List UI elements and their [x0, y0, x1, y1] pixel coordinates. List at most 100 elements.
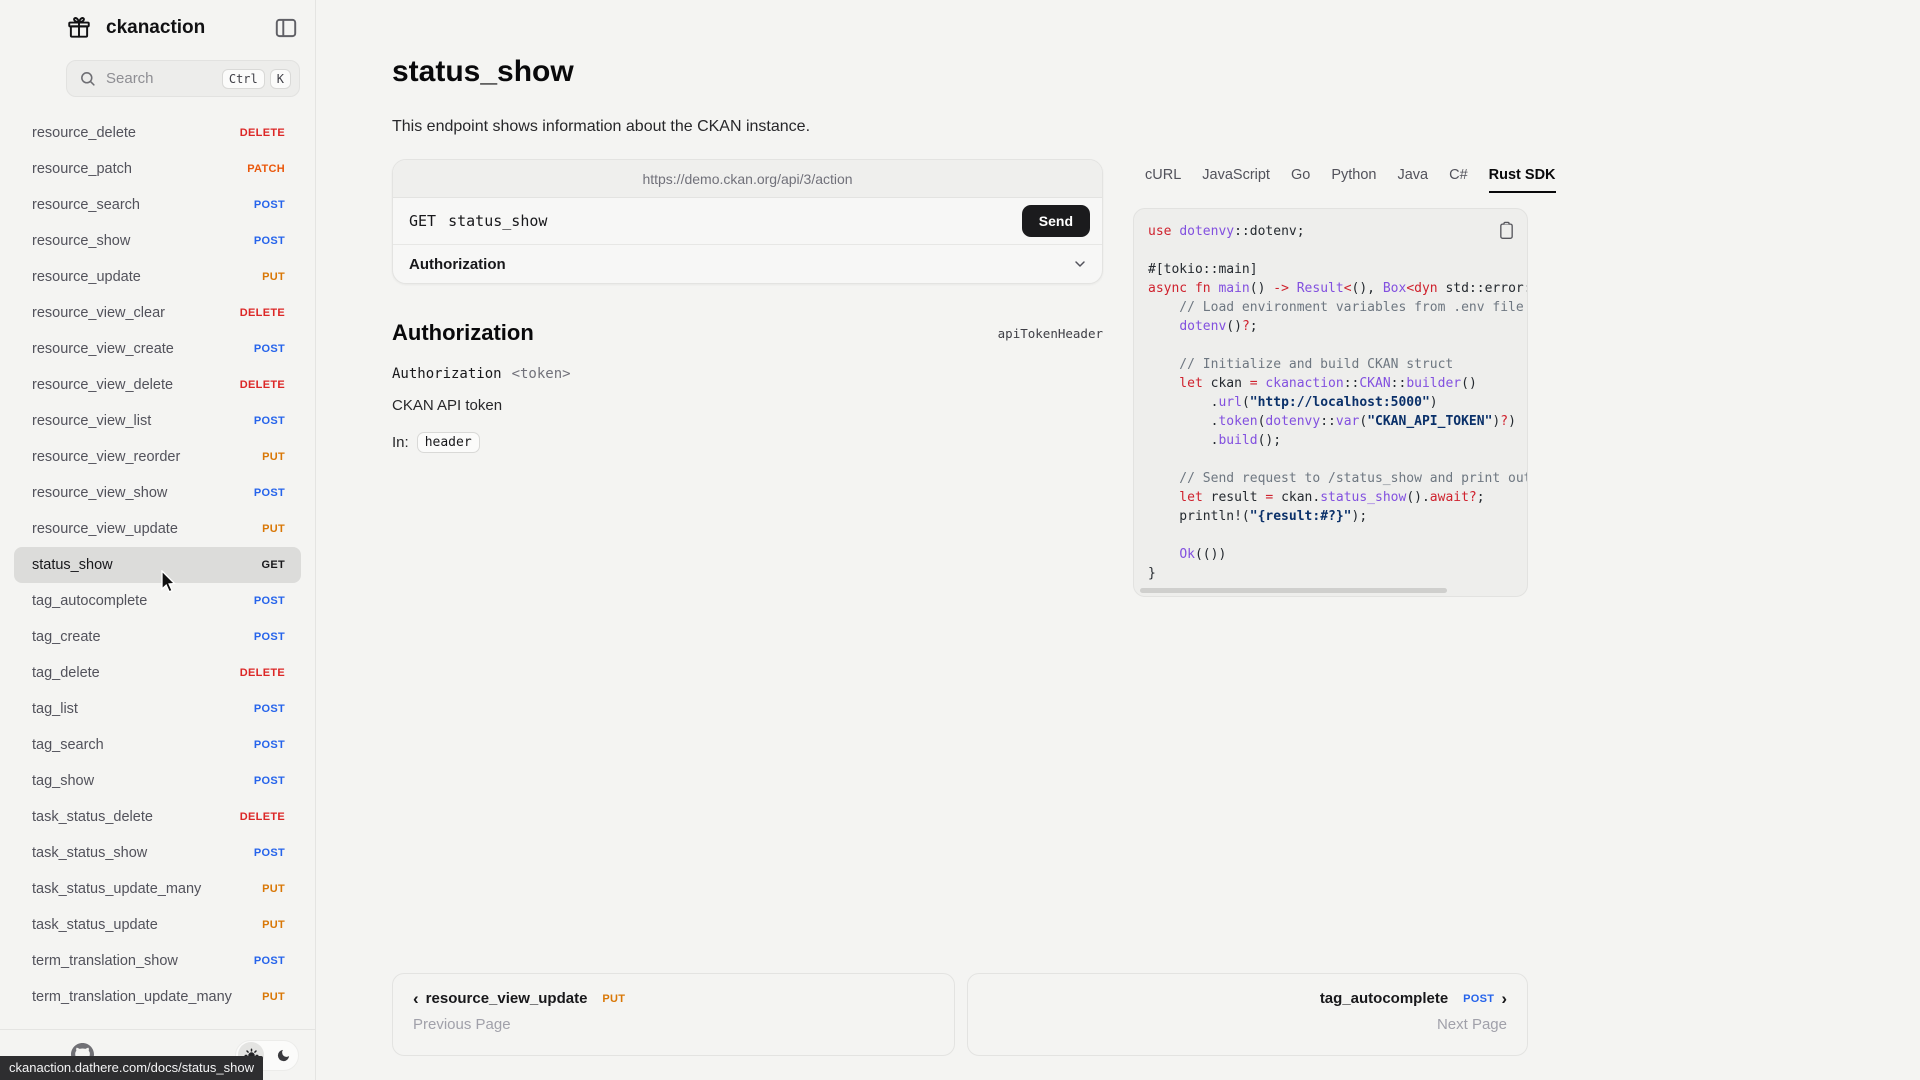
- sidebar-item-task_status_update[interactable]: task_status_updatePUT: [14, 907, 301, 943]
- search-icon: [79, 70, 96, 87]
- sidebar-item-tag_search[interactable]: tag_search POST: [14, 727, 301, 763]
- auth-param-line: Authorization<token>: [392, 366, 571, 382]
- sidebar-item-resource_view_clear[interactable]: resource_view_clear DELETE: [14, 295, 301, 331]
- sidebar-item-resource_view_delete[interactable]: resource_view_deleteDELETE: [14, 367, 301, 403]
- auth-description: CKAN API token: [392, 397, 502, 414]
- sidebar-item-resource_update[interactable]: resource_updatePUT: [14, 259, 301, 295]
- copy-code-icon[interactable]: [1496, 219, 1517, 245]
- sidebar-item-label: resource_view_clear: [32, 305, 232, 322]
- sidebar-item-label: resource_view_list: [32, 413, 246, 430]
- tab-curl[interactable]: cURL: [1145, 165, 1181, 191]
- chevron-left-icon: ‹: [413, 990, 419, 1007]
- base-url: https://demo.ckan.org/api/3/action: [642, 171, 852, 187]
- tab-c-[interactable]: C#: [1449, 165, 1468, 191]
- sidebar-item-resource_view_create[interactable]: resource_view_createPOST: [14, 331, 301, 367]
- sidebar-collapse-button[interactable]: [273, 15, 299, 41]
- sidebar-item-resource_delete[interactable]: resource_delete DELETE: [14, 115, 301, 151]
- sidebar-item-label: tag_delete: [32, 665, 232, 682]
- previous-page-method: PUT: [602, 993, 625, 1005]
- next-page-label: tag_autocomplete: [1320, 990, 1448, 1007]
- auth-param-name: Authorization: [392, 366, 502, 382]
- method-badge: POST: [254, 739, 285, 751]
- method-badge: PUT: [262, 883, 285, 895]
- method-badge: DELETE: [240, 667, 285, 679]
- request-row: GET status_show Send: [393, 198, 1102, 244]
- app-root: ckanaction Search Ctrl K resource_delete…: [0, 0, 1920, 1080]
- sidebar-item-label: term_translation_show: [32, 953, 246, 970]
- method-badge: PATCH: [247, 163, 285, 175]
- kbd-ctrl: Ctrl: [222, 69, 265, 89]
- sidebar-item-resource_view_show[interactable]: resource_view_showPOST: [14, 475, 301, 511]
- chevron-right-icon: ›: [1501, 990, 1507, 1007]
- authorization-accordion[interactable]: Authorization: [393, 244, 1102, 283]
- code-panel: cURLJavaScriptGoPythonJavaC#Rust SDK use…: [1133, 165, 1528, 597]
- sidebar-item-label: tag_show: [32, 773, 246, 790]
- sidebar-item-label: tag_autocomplete: [32, 593, 246, 610]
- sidebar-item-tag_create[interactable]: tag_createPOST: [14, 619, 301, 655]
- main-content: status_show This endpoint shows informat…: [316, 0, 1920, 1080]
- method-badge: POST: [254, 343, 285, 355]
- sidebar-item-resource_show[interactable]: resource_show POST: [14, 223, 301, 259]
- sidebar-item-task_status_delete[interactable]: task_status_deleteDELETE: [14, 799, 301, 835]
- tab-javascript[interactable]: JavaScript: [1202, 165, 1270, 191]
- horizontal-scrollbar[interactable]: [1140, 588, 1447, 593]
- sidebar-item-label: resource_patch: [32, 161, 239, 178]
- code-block: use dotenvy::dotenv; #[tokio::main]async…: [1148, 222, 1513, 583]
- method-badge: DELETE: [240, 379, 285, 391]
- previous-page-label: resource_view_update: [426, 990, 588, 1007]
- endpoint-nav-list: resource_delete DELETE resource_patch PATCH…: [0, 113, 315, 1029]
- sidebar-item-tag_autocomplete[interactable]: tag_autocomplete POST: [14, 583, 301, 619]
- dark-mode-button[interactable]: [270, 1042, 296, 1068]
- previous-page-card[interactable]: ‹ resource_view_update PUT Previous Page: [392, 973, 955, 1056]
- method-badge: POST: [254, 775, 285, 787]
- next-page-method: POST: [1463, 993, 1494, 1005]
- auth-in-value: header: [417, 432, 480, 453]
- sidebar-item-task_status_update_many[interactable]: task_status_update_many PUT: [14, 871, 301, 907]
- search-input[interactable]: Search Ctrl K: [66, 60, 300, 97]
- previous-page-sub: Previous Page: [413, 1016, 934, 1033]
- request-path: status_show: [448, 212, 547, 230]
- sidebar-item-term_translation_update_many[interactable]: term_translation_update_manyPUT: [14, 979, 301, 1015]
- sidebar-item-resource_view_update[interactable]: resource_view_updatePUT: [14, 511, 301, 547]
- method-badge: POST: [254, 199, 285, 211]
- sidebar-item-resource_patch[interactable]: resource_patch PATCH: [14, 151, 301, 187]
- sidebar-item-task_status_show[interactable]: task_status_showPOST: [14, 835, 301, 871]
- sidebar-item-label: tag_create: [32, 629, 246, 646]
- sidebar-item-term_translation_show[interactable]: term_translation_show POST: [14, 943, 301, 979]
- sidebar-item-resource_view_list[interactable]: resource_view_listPOST: [14, 403, 301, 439]
- method-badge: DELETE: [240, 307, 285, 319]
- method-badge: POST: [254, 595, 285, 607]
- sidebar-item-tag_delete[interactable]: tag_delete DELETE: [14, 655, 301, 691]
- method-badge: POST: [254, 955, 285, 967]
- sidebar-item-label: term_translation_update_many: [32, 989, 254, 1006]
- tab-rust-sdk[interactable]: Rust SDK: [1489, 165, 1556, 193]
- sidebar-item-label: resource_view_reorder: [32, 449, 254, 466]
- brand-title: ckanaction: [106, 17, 205, 39]
- chevron-down-icon: [1072, 256, 1088, 272]
- sidebar-item-resource_view_reorder[interactable]: resource_view_reorderPUT: [14, 439, 301, 475]
- status-bar-url: ckanaction.dathere.com/docs/status_show: [0, 1056, 263, 1080]
- api-playground: https://demo.ckan.org/api/3/action GET s…: [392, 159, 1103, 284]
- sidebar-item-tag_show[interactable]: tag_show POST: [14, 763, 301, 799]
- code-card: use dotenvy::dotenv; #[tokio::main]async…: [1133, 208, 1528, 597]
- next-page-card[interactable]: tag_autocomplete POST › Next Page: [967, 973, 1528, 1056]
- brand-row: ckanaction: [0, 0, 315, 56]
- sidebar-item-status_show[interactable]: status_showGET: [14, 547, 301, 583]
- sidebar-item-label: resource_delete: [32, 125, 232, 142]
- sidebar-item-resource_search[interactable]: resource_searchPOST: [14, 187, 301, 223]
- sidebar-item-label: tag_search: [32, 737, 246, 754]
- sidebar-item-label: task_status_update_many: [32, 881, 254, 898]
- tab-go[interactable]: Go: [1291, 165, 1310, 191]
- sidebar-item-tag_list[interactable]: tag_listPOST: [14, 691, 301, 727]
- moon-icon: [276, 1048, 291, 1063]
- tab-python[interactable]: Python: [1331, 165, 1376, 191]
- send-button[interactable]: Send: [1022, 205, 1090, 237]
- auth-location-line: In: header: [392, 432, 480, 453]
- method-badge: PUT: [262, 523, 285, 535]
- auth-scheme-ref: apiTokenHeader: [998, 326, 1103, 341]
- sidebar-item-label: resource_show: [32, 233, 246, 250]
- code-language-tabs: cURLJavaScriptGoPythonJavaC#Rust SDK: [1133, 165, 1528, 196]
- tab-java[interactable]: Java: [1397, 165, 1428, 191]
- method-badge: POST: [254, 235, 285, 247]
- method-badge: DELETE: [240, 127, 285, 139]
